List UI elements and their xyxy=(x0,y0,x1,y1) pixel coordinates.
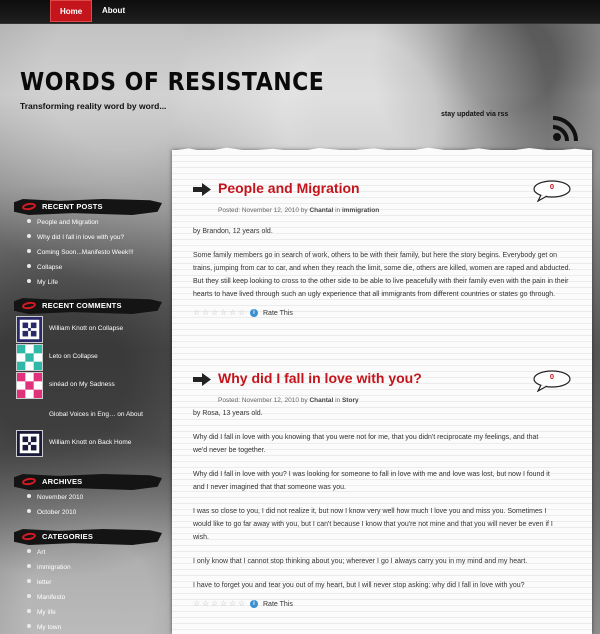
nav-about[interactable]: About xyxy=(93,0,134,22)
post-paragraph: I only know that I cannot stop thinking … xyxy=(193,558,528,565)
rate-this-label[interactable]: Rate This xyxy=(263,310,293,317)
comment-item[interactable]: Leto on Collapse xyxy=(16,344,166,371)
site-title[interactable]: WORDS OF RESISTANCE xyxy=(20,68,324,97)
category-item[interactable]: My town xyxy=(27,624,61,631)
post-title[interactable]: People and Migration xyxy=(218,180,360,196)
star-icon[interactable]: ☆ xyxy=(220,309,228,317)
category-item[interactable]: Art xyxy=(27,549,45,556)
comment-text: sinéad on My Sadness xyxy=(49,381,115,388)
post-paragraph: I have to forget you and tear you out of… xyxy=(193,582,525,589)
categories-title: CATEGORIES xyxy=(42,532,94,541)
star-icon[interactable]: ☆ xyxy=(202,600,210,608)
comment-text: William Knott on Collapse xyxy=(49,325,124,332)
recent-post-item[interactable]: People and Migration xyxy=(27,219,98,226)
post-body: by Brandon, 12 years old. Some family me… xyxy=(193,225,571,317)
comment-item[interactable]: William Knott on Collapse xyxy=(16,316,166,343)
recent-post-item[interactable]: Collapse xyxy=(27,264,62,271)
rating-widget: ☆ ☆ ☆ ☆ ☆ ☆ i Rate This xyxy=(193,309,571,317)
comment-text: Global Voices in Eng… on About xyxy=(49,411,143,418)
archives-title: ARCHIVES xyxy=(42,477,83,486)
category-item[interactable]: Manifesto xyxy=(27,594,65,601)
comment-count[interactable]: 0 xyxy=(533,182,571,191)
recent-post-item[interactable]: My Life xyxy=(27,279,58,286)
recent-posts-title: RECENT POSTS xyxy=(42,202,103,211)
avatar xyxy=(16,344,43,371)
post-category[interactable]: Story xyxy=(342,397,359,404)
rss-link[interactable]: stay updated via rss xyxy=(441,111,508,118)
post-meta-in: in xyxy=(335,207,341,214)
avatar xyxy=(16,372,43,399)
avatar xyxy=(16,430,43,457)
star-icon[interactable]: ☆ xyxy=(238,600,246,608)
star-icon[interactable]: ☆ xyxy=(202,309,210,317)
post-paragraph: by Rosa, 13 years old. xyxy=(193,410,263,417)
post-paragraph: Why did I fall in love with you knowing … xyxy=(193,434,539,454)
arrow-right-icon xyxy=(193,183,211,196)
star-icon[interactable]: ☆ xyxy=(193,600,201,608)
top-nav-bar: Home About xyxy=(0,0,600,24)
star-icon[interactable]: ☆ xyxy=(211,600,219,608)
star-icon[interactable]: ☆ xyxy=(229,309,237,317)
recent-comments-title: RECENT COMMENTS xyxy=(42,301,122,310)
comment-item[interactable]: Global Voices in Eng… on About xyxy=(16,402,166,429)
rating-widget: ☆ ☆ ☆ ☆ ☆ ☆ i Rate This xyxy=(193,600,553,608)
star-icon[interactable]: ☆ xyxy=(229,600,237,608)
star-icon[interactable]: ☆ xyxy=(238,309,246,317)
post-meta-posted: Posted: November 12, 2010 by xyxy=(218,397,308,404)
comment-text: William Knott on Back Home xyxy=(49,439,132,446)
site-tagline: Transforming reality word by word... xyxy=(20,101,167,111)
comment-item[interactable]: sinéad on My Sadness xyxy=(16,372,166,399)
post-meta-posted: Posted: November 12, 2010 by xyxy=(218,207,308,214)
comment-count[interactable]: 0 xyxy=(533,372,571,381)
post: People and Migration 0 Posted: November … xyxy=(193,180,573,340)
post-body: by Rosa, 13 years old. Why did I fall in… xyxy=(193,407,553,608)
post-category[interactable]: immigration xyxy=(342,207,379,214)
info-icon[interactable]: i xyxy=(250,600,258,608)
star-icon[interactable]: ☆ xyxy=(220,600,228,608)
rss-icon[interactable] xyxy=(549,114,581,144)
star-icon[interactable]: ☆ xyxy=(193,309,201,317)
info-icon[interactable]: i xyxy=(250,309,258,317)
comment-item[interactable]: William Knott on Back Home xyxy=(16,430,166,457)
post-meta: Posted: November 12, 2010 by Chantal in … xyxy=(218,397,359,404)
star-icon[interactable]: ☆ xyxy=(211,309,219,317)
recent-post-item[interactable]: Why did I fall in love with you? xyxy=(27,234,124,241)
post-paragraph: by Brandon, 12 years old. xyxy=(193,228,273,235)
archive-item[interactable]: November 2010 xyxy=(27,494,83,501)
category-item[interactable]: My life xyxy=(27,609,56,616)
post-meta: Posted: November 12, 2010 by Chantal in … xyxy=(218,207,379,214)
category-item[interactable]: letter xyxy=(27,579,51,586)
post-paragraph: Why did I fall in love with you? I was l… xyxy=(193,471,550,491)
comment-text: Leto on Collapse xyxy=(49,353,98,360)
post-title[interactable]: Why did I fall in love with you? xyxy=(218,370,422,386)
archive-item[interactable]: October 2010 xyxy=(27,509,76,516)
archives-header xyxy=(14,474,162,490)
post-paragraph: I was so close to you, I did not realize… xyxy=(193,508,553,541)
rate-this-label[interactable]: Rate This xyxy=(263,601,293,608)
arrow-right-icon xyxy=(193,373,211,386)
post-meta-in: in xyxy=(335,397,341,404)
category-item[interactable]: immigration xyxy=(27,564,71,571)
post-paragraph: Some family members go in search of work… xyxy=(193,252,571,298)
recent-post-item[interactable]: Coming Soon...Manifesto Week!!! xyxy=(27,249,134,256)
avatar xyxy=(16,316,43,343)
post: Why did I fall in love with you? 0 Poste… xyxy=(193,370,573,634)
post-author[interactable]: Chantal xyxy=(309,207,333,214)
nav-home[interactable]: Home xyxy=(50,0,93,22)
post-author[interactable]: Chantal xyxy=(309,397,333,404)
